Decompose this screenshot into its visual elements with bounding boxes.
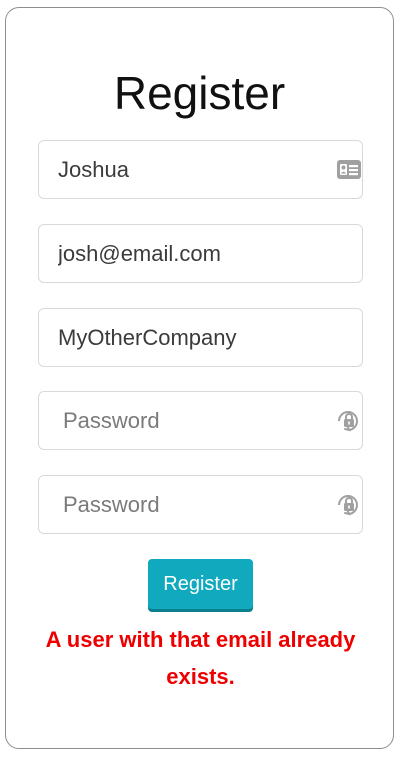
page-title: Register: [113, 67, 286, 119]
id-card-icon: [336, 158, 362, 182]
company-input[interactable]: [58, 309, 318, 366]
confirm-password-field[interactable]: [38, 475, 363, 534]
name-field[interactable]: [38, 140, 363, 199]
email-input[interactable]: [58, 225, 318, 282]
name-input[interactable]: [58, 141, 318, 198]
register-card: Register Joshua josh@email.com MyOtherCo…: [5, 7, 394, 749]
lock-icon: [336, 409, 362, 433]
company-field[interactable]: [38, 308, 363, 367]
password-input[interactable]: [63, 392, 323, 449]
register-button[interactable]: Register: [148, 559, 253, 609]
error-message: A user with that email already exists.: [45, 627, 356, 689]
lock-icon: [336, 493, 362, 517]
password-field[interactable]: [38, 391, 363, 450]
email-field[interactable]: [38, 224, 363, 283]
confirm-password-input[interactable]: [63, 476, 323, 533]
